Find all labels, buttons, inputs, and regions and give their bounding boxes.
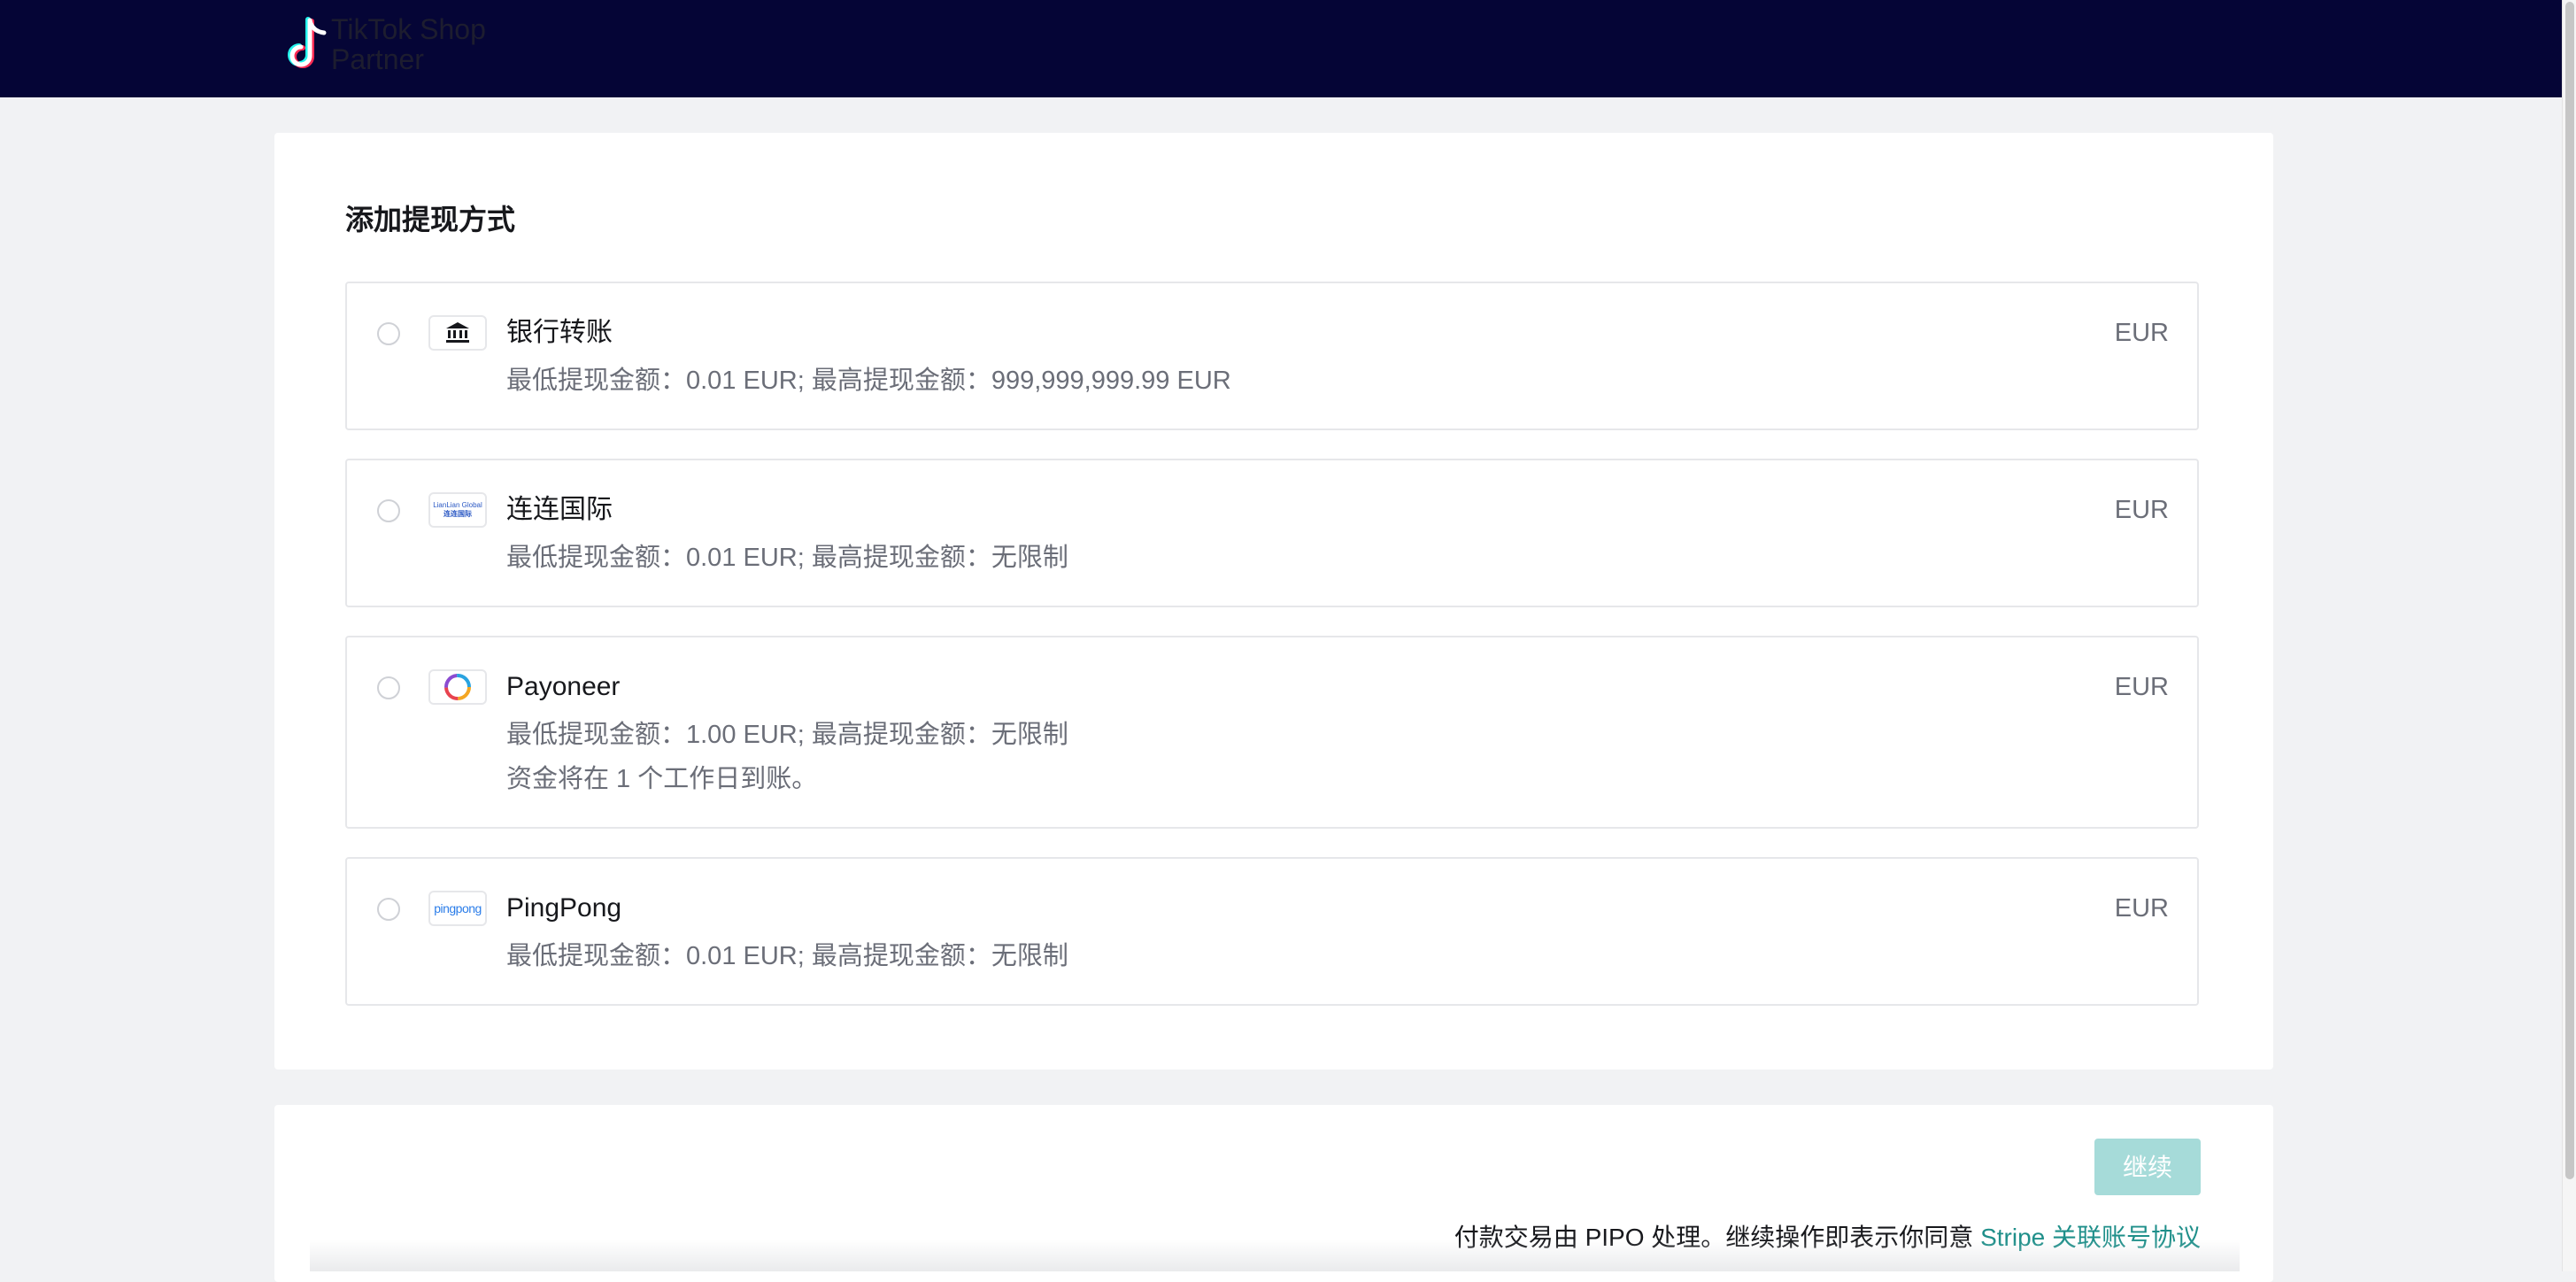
tiktok-logo-icon[interactable] bbox=[273, 14, 340, 74]
lianlian-global-icon: LianLian Global 连连国际 bbox=[428, 492, 487, 528]
scrollbar-thumb[interactable] bbox=[2565, 2, 2574, 1179]
method-currency: EUR bbox=[2114, 894, 2169, 923]
radio-bank-transfer[interactable] bbox=[377, 322, 400, 345]
pingpong-logo-text: pingpong bbox=[434, 901, 482, 915]
top-header-bar: TikTok Shop Partner bbox=[0, 0, 2576, 97]
payout-option-pingpong[interactable]: pingpong PingPong 最低提现金额：0.01 EUR; 最高提现金… bbox=[345, 857, 2199, 1006]
method-limits: 最低提现金额：0.01 EUR; 最高提现金额：无限制 bbox=[506, 544, 1068, 572]
brand-name-line2: Partner bbox=[331, 43, 424, 75]
payout-methods-card: 添加提现方式 银行转账 最低提现金额：0.01 EUR; 最高提现金额：999,… bbox=[274, 133, 2273, 1070]
method-limits: 最低提现金额：0.01 EUR; 最高提现金额：999,999,999.99 E… bbox=[506, 367, 1231, 395]
method-name: 银行转账 bbox=[506, 318, 613, 347]
brand-name-line1: TikTok Shop bbox=[331, 13, 486, 45]
continue-button[interactable]: 继续 bbox=[2094, 1139, 2201, 1195]
method-limits: 最低提现金额：0.01 EUR; 最高提现金额：无限制 bbox=[506, 942, 1068, 970]
payout-option-bank-transfer[interactable]: 银行转账 最低提现金额：0.01 EUR; 最高提现金额：999,999,999… bbox=[345, 282, 2199, 430]
radio-pingpong[interactable] bbox=[377, 898, 400, 921]
bank-icon bbox=[428, 315, 487, 351]
payout-option-lianlian-global[interactable]: LianLian Global 连连国际 连连国际 最低提现金额：0.01 EU… bbox=[345, 459, 2199, 607]
payoneer-icon bbox=[428, 669, 487, 705]
method-currency: EUR bbox=[2114, 319, 2169, 347]
method-name: 连连国际 bbox=[506, 495, 613, 524]
pingpong-icon: pingpong bbox=[428, 891, 487, 926]
method-note: 资金将在 1 个工作日到账。 bbox=[506, 765, 818, 793]
method-name: PingPong bbox=[506, 893, 622, 923]
lianlian-logo-text-en: LianLian Global bbox=[433, 501, 482, 509]
radio-payoneer[interactable] bbox=[377, 676, 400, 699]
page-scrollbar[interactable] bbox=[2562, 0, 2576, 1271]
method-limits: 最低提现金额：1.00 EUR; 最高提现金额：无限制 bbox=[506, 721, 1068, 749]
footer-shadow bbox=[310, 1240, 2240, 1271]
radio-lianlian-global[interactable] bbox=[377, 499, 400, 522]
brand-name[interactable]: TikTok Shop Partner bbox=[331, 14, 486, 74]
lianlian-logo-text-cn: 连连国际 bbox=[443, 510, 472, 518]
method-name: Payoneer bbox=[506, 672, 621, 701]
method-currency: EUR bbox=[2114, 673, 2169, 701]
method-currency: EUR bbox=[2114, 496, 2169, 524]
payout-option-payoneer[interactable]: Payoneer 最低提现金额：1.00 EUR; 最高提现金额：无限制 资金将… bbox=[345, 636, 2199, 829]
page-title: 添加提现方式 bbox=[345, 204, 516, 236]
